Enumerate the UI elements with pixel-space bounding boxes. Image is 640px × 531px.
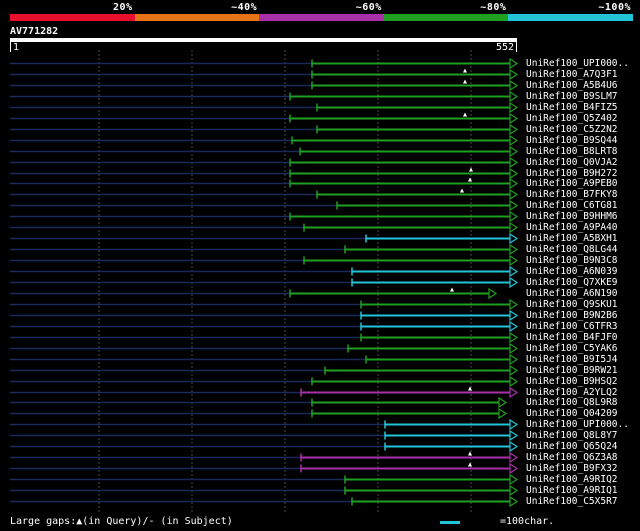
hit-arrow-icon	[509, 298, 519, 311]
hit-arrow-icon	[509, 134, 519, 147]
hit-arrow-icon	[509, 309, 519, 322]
hit-label[interactable]: UniRef100_UPI000..	[526, 58, 629, 69]
hit-arrow-icon	[509, 221, 519, 234]
hit-label[interactable]: UniRef100_B4FIZ5	[526, 102, 618, 113]
hit-arrow-icon	[509, 353, 519, 366]
hit-label[interactable]: UniRef100_B9HHM6	[526, 211, 618, 222]
hit-label[interactable]: UniRef100_A9PEB0	[526, 178, 618, 189]
scale-swatch	[440, 521, 460, 524]
hit-arrow-icon	[509, 331, 519, 344]
hit-arrow-icon	[509, 188, 519, 201]
hit-arrow-icon	[509, 243, 519, 256]
hit-arrow-icon	[509, 495, 519, 508]
hit-arrow-icon	[509, 101, 519, 114]
hit-label[interactable]: UniRef100_C5YAK6	[526, 343, 618, 354]
hit-arrow-icon	[509, 57, 519, 70]
hit-label[interactable]: UniRef100_A9RIQ2	[526, 474, 618, 485]
hit-arrow-icon	[509, 440, 519, 453]
hit-label[interactable]: UniRef100_Q65Q24	[526, 441, 618, 452]
hit-arrow-icon	[488, 287, 498, 300]
scale-legend: =100char.	[500, 516, 555, 527]
hit-label[interactable]: UniRef100_A6N039	[526, 266, 618, 277]
hit-label[interactable]: UniRef100_C6TFR3	[526, 321, 618, 332]
hit-label[interactable]: UniRef100_A9PA40	[526, 222, 618, 233]
gap-marker-icon	[460, 188, 464, 193]
gap-marker-icon	[463, 112, 467, 117]
hit-arrow-icon	[509, 199, 519, 212]
hit-arrow-icon	[498, 407, 508, 420]
hit-arrow-icon	[509, 254, 519, 267]
hit-arrow-icon	[509, 265, 519, 278]
hit-label[interactable]: UniRef100_B9RW21	[526, 365, 618, 376]
hit-label[interactable]: UniRef100_Q8LG44	[526, 244, 618, 255]
hit-arrow-icon	[509, 276, 519, 289]
hit-arrow-icon	[509, 167, 519, 180]
hit-label[interactable]: UniRef100_A9RIQ1	[526, 485, 618, 496]
hit-label[interactable]: UniRef100_C6TG81	[526, 200, 618, 211]
hit-arrow-icon	[509, 232, 519, 245]
hit-label[interactable]: UniRef100_Q0VJA2	[526, 157, 618, 168]
hit-arrow-icon	[509, 123, 519, 136]
hit-label[interactable]: UniRef100_C5Z2N2	[526, 124, 618, 135]
hit-arrow-icon	[509, 210, 519, 223]
hit-label[interactable]: UniRef100_B4FJF0	[526, 332, 618, 343]
hit-arrow-icon	[509, 342, 519, 355]
gap-marker-icon	[468, 451, 472, 456]
hit-arrow-icon	[509, 112, 519, 125]
hit-arrow-icon	[509, 79, 519, 92]
hit-label[interactable]: UniRef100_C5X5R7	[526, 496, 618, 507]
hit-label[interactable]: UniRef100_A5B4U6	[526, 80, 618, 91]
gap-marker-icon	[450, 287, 454, 292]
hit-label[interactable]: UniRef100_B9FX32	[526, 463, 618, 474]
hit-label[interactable]: UniRef100_B9I5J4	[526, 354, 618, 365]
hit-label[interactable]: UniRef100_B9SQ44	[526, 135, 618, 146]
gap-marker-icon	[463, 68, 467, 73]
hit-arrow-icon	[509, 451, 519, 464]
hit-label[interactable]: UniRef100_Q6Z3A8	[526, 452, 618, 463]
hit-label[interactable]: UniRef100_Q7XKE9	[526, 277, 618, 288]
hit-arrow-icon	[509, 145, 519, 158]
hit-label[interactable]: UniRef100_B8LRT8	[526, 146, 618, 157]
hit-label[interactable]: UniRef100_Q9SKU1	[526, 299, 618, 310]
hit-label[interactable]: UniRef100_A6N190	[526, 288, 618, 299]
hit-arrow-icon	[509, 177, 519, 190]
hit-arrow-icon	[509, 473, 519, 486]
hit-arrow-icon	[509, 375, 519, 388]
hit-label[interactable]: UniRef100_B9N2B6	[526, 310, 618, 321]
gap-marker-icon	[463, 79, 467, 84]
gap-marker-icon	[469, 167, 473, 172]
hit-label[interactable]: UniRef100_Q5Z402	[526, 113, 618, 124]
hit-arrow-icon	[509, 418, 519, 431]
hit-label[interactable]: UniRef100_Q8L8Y7	[526, 430, 618, 441]
hit-arrow-icon	[498, 396, 508, 409]
hit-label[interactable]: UniRef100_B7FKY8	[526, 189, 618, 200]
hit-label[interactable]: UniRef100_B9N3C8	[526, 255, 618, 266]
hit-arrow-icon	[509, 429, 519, 442]
hit-arrow-icon	[509, 484, 519, 497]
hit-arrow-icon	[509, 320, 519, 333]
hit-label[interactable]: UniRef100_A7Q3F1	[526, 69, 618, 80]
hit-arrow-icon	[509, 90, 519, 103]
hit-arrow-icon	[509, 364, 519, 377]
hit-arrow-icon	[509, 386, 519, 399]
hit-label[interactable]: UniRef100_Q8L9R8	[526, 397, 618, 408]
hit-label[interactable]: UniRef100_Q04209	[526, 408, 618, 419]
hit-label[interactable]: UniRef100_B9HSQ2	[526, 376, 618, 387]
hit-arrow-icon	[509, 156, 519, 169]
hit-arrow-icon	[509, 68, 519, 81]
gaps-legend: Large gaps:▲(in Query)/- (in Subject)	[10, 516, 233, 527]
hit-arrow-icon	[509, 462, 519, 475]
hit-label[interactable]: UniRef100_B9SLM7	[526, 91, 618, 102]
hit-label[interactable]: UniRef100_A5BXH1	[526, 233, 618, 244]
hit-label[interactable]: UniRef100_UPI000..	[526, 419, 629, 430]
